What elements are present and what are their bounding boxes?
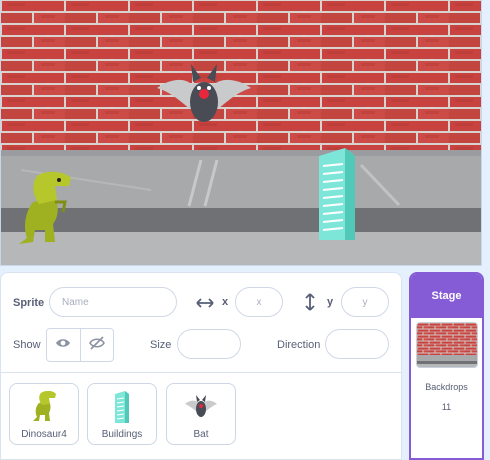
x-label: x — [222, 296, 229, 308]
dinosaur-icon — [24, 389, 64, 425]
road — [1, 232, 481, 265]
y-label: y — [327, 296, 334, 308]
sprite-name-input[interactable]: Name — [49, 287, 177, 317]
horizontal-arrows-icon — [196, 296, 214, 314]
show-label: Show — [13, 339, 41, 351]
vertical-arrows-icon — [304, 293, 316, 316]
brick-wall — [1, 0, 481, 150]
panel-divider — [0, 372, 402, 373]
sprite-tile-name: Buildings — [101, 429, 143, 440]
backdrops-count: 11 — [441, 402, 452, 412]
size-input[interactable] — [177, 329, 241, 359]
sprite-tile-dinosaur4[interactable]: Dinosaur4 — [9, 383, 79, 445]
stage-scene — [1, 0, 481, 265]
x-input[interactable]: x — [235, 287, 283, 317]
sprite-tile-buildings[interactable]: Buildings — [87, 383, 157, 445]
size-label: Size — [150, 339, 172, 351]
y-input[interactable]: y — [341, 287, 389, 317]
sprite-label: Sprite — [13, 297, 45, 309]
stage-canvas[interactable] — [0, 0, 482, 266]
show-hidden-button[interactable] — [79, 329, 114, 361]
show-toggle-group — [46, 328, 114, 362]
stage-backdrop-thumbnail — [416, 322, 478, 368]
building-sprite — [319, 148, 355, 240]
stage-target-panel[interactable]: Stage Backdrops 11 — [409, 272, 484, 460]
sprite-tile-name: Dinosaur4 — [21, 429, 67, 440]
panel-edge — [486, 266, 490, 460]
direction-label: Direction — [277, 339, 321, 351]
stage-panel-title: Stage — [411, 274, 482, 318]
show-visible-button[interactable] — [47, 329, 80, 361]
building-icon — [102, 389, 142, 425]
direction-input[interactable] — [325, 329, 389, 359]
sprite-name-placeholder: Name — [62, 296, 89, 308]
backdrops-label: Backdrops — [425, 382, 468, 392]
bat-icon — [181, 389, 221, 425]
sprite-tile-bat[interactable]: Bat — [166, 383, 236, 445]
eye-icon — [55, 336, 71, 354]
curb — [1, 208, 481, 232]
x-placeholder: x — [256, 296, 262, 308]
eye-slash-icon — [88, 335, 105, 355]
sprite-tile-name: Bat — [193, 429, 209, 440]
y-placeholder: y — [362, 296, 368, 308]
